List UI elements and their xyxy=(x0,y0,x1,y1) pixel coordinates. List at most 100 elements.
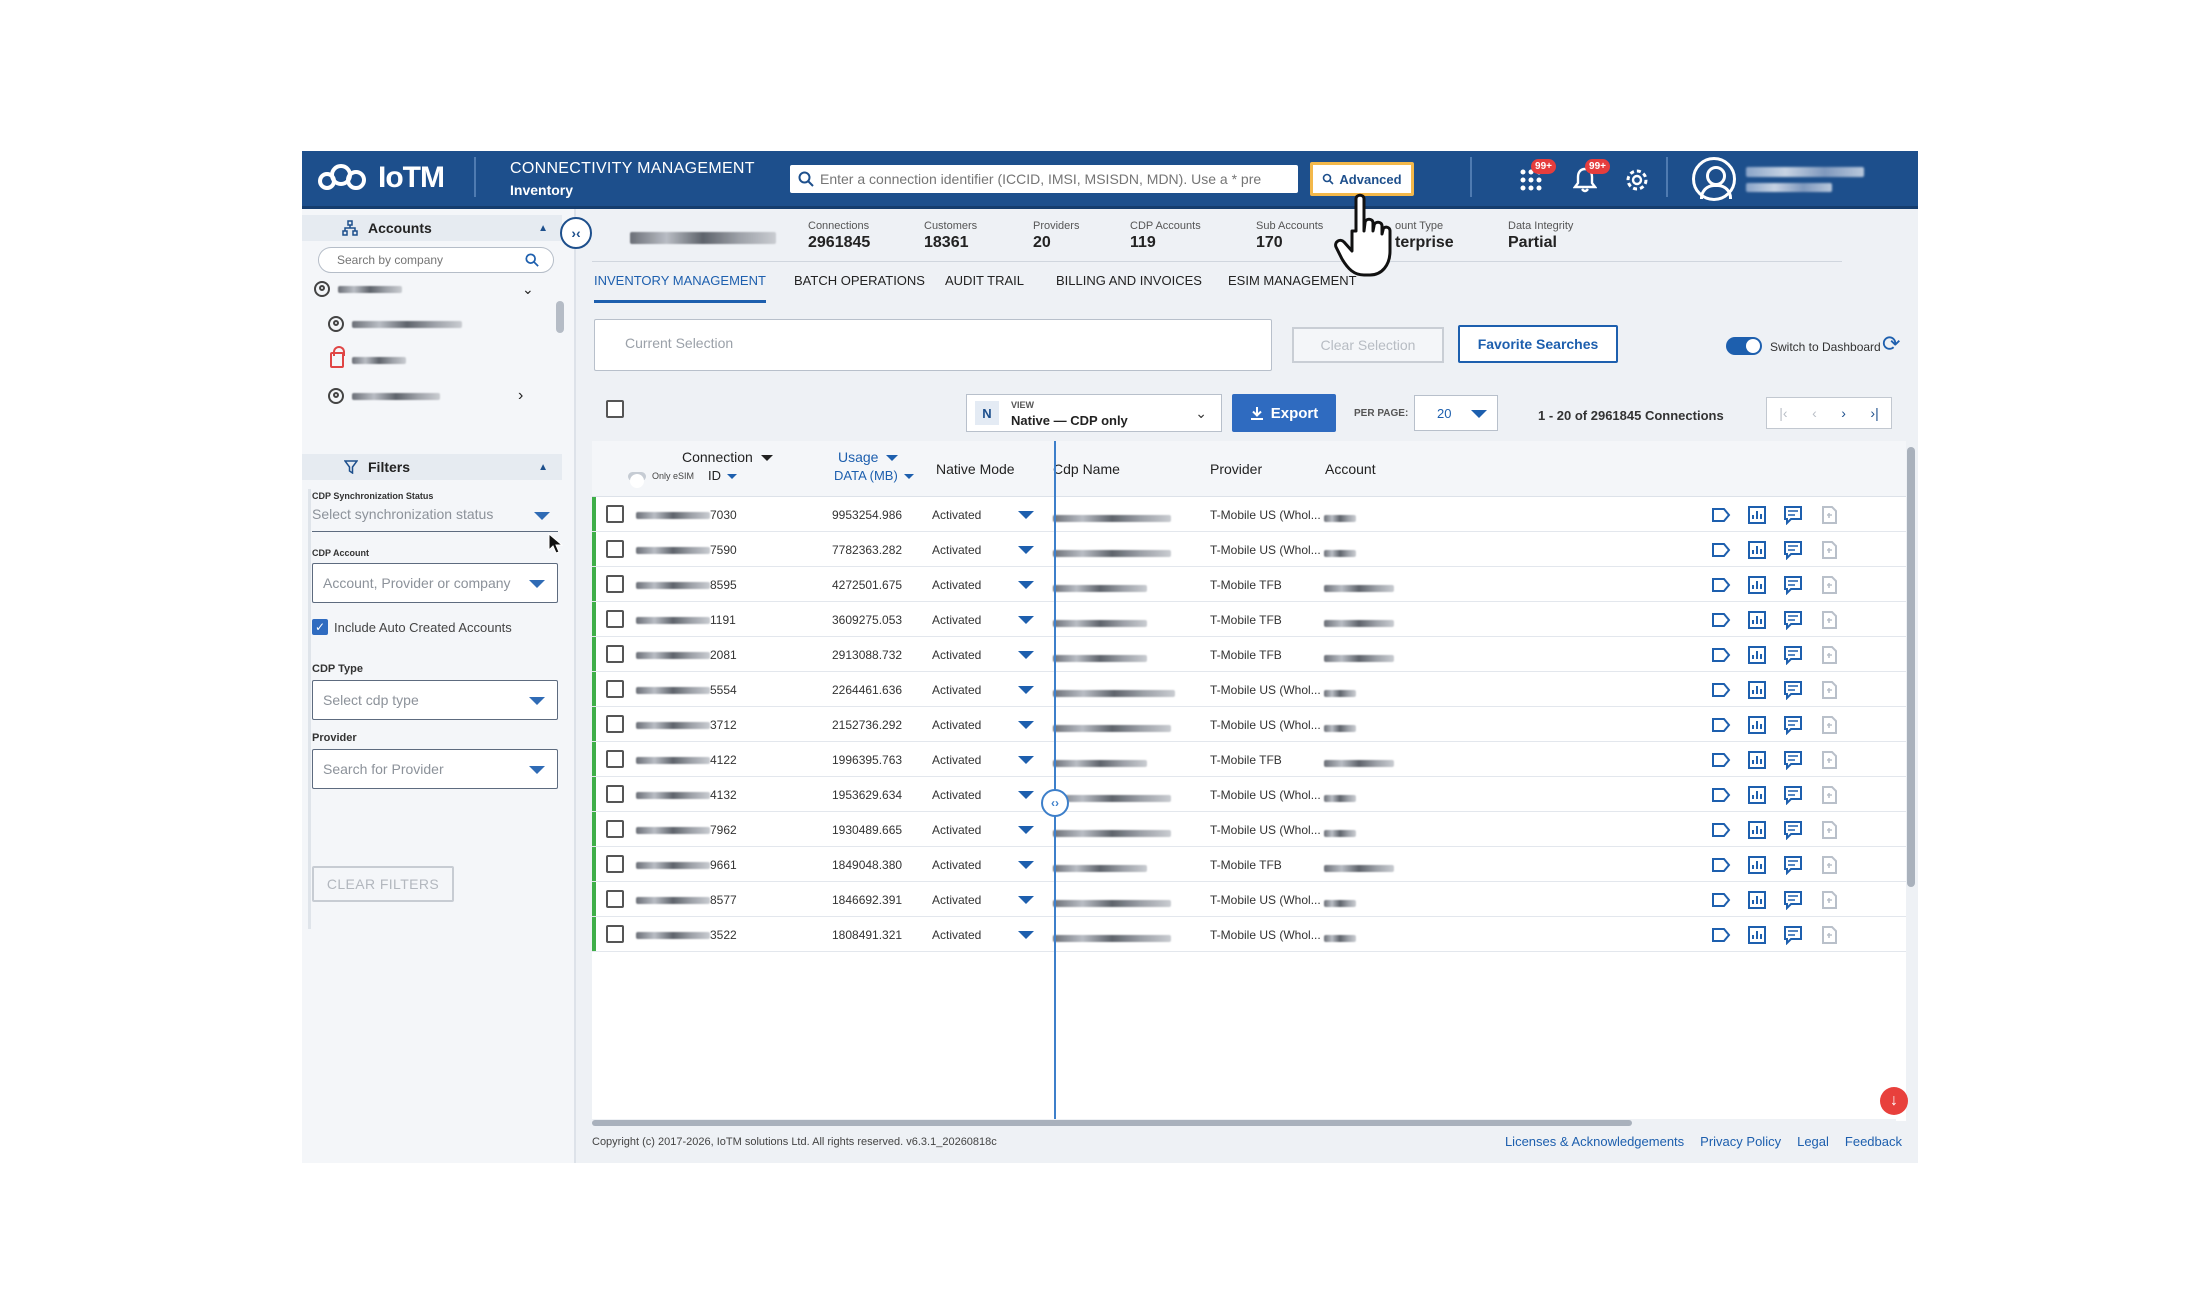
bar-chart-icon[interactable] xyxy=(1746,749,1768,771)
link-legal[interactable]: Legal xyxy=(1797,1134,1829,1149)
row-checkbox[interactable] xyxy=(606,785,624,803)
connection-id-cell[interactable]: 7590 xyxy=(636,543,737,557)
comment-icon[interactable] xyxy=(1782,679,1804,701)
row-checkbox[interactable] xyxy=(606,645,624,663)
connection-id-cell[interactable]: 5554 xyxy=(636,683,737,697)
row-checkbox[interactable] xyxy=(606,680,624,698)
bar-chart-icon[interactable] xyxy=(1746,784,1768,806)
checkbox-checked-icon[interactable]: ✓ xyxy=(312,619,328,635)
filters-section-header[interactable]: Filters ▲ xyxy=(302,454,562,480)
native-mode-dropdown-icon[interactable] xyxy=(1018,686,1034,694)
native-mode-dropdown-icon[interactable] xyxy=(1018,756,1034,764)
cdp-account-select[interactable]: Account, Provider or company xyxy=(312,563,558,603)
sim-icon[interactable] xyxy=(1818,504,1840,526)
comment-icon[interactable] xyxy=(1782,784,1804,806)
tab-billing-and-invoices[interactable]: BILLING AND INVOICES xyxy=(1056,273,1202,300)
row-checkbox[interactable] xyxy=(606,890,624,908)
advanced-search-button[interactable]: Advanced xyxy=(1310,162,1414,196)
row-checkbox[interactable] xyxy=(606,505,624,523)
sim-icon[interactable] xyxy=(1818,679,1840,701)
chevron-down-icon[interactable]: ⌄ xyxy=(522,281,534,298)
column-account[interactable]: Account xyxy=(1325,461,1376,477)
collapse-sidebar-button[interactable]: ›‹ xyxy=(560,217,592,249)
connection-id-cell[interactable]: 7962 xyxy=(636,823,737,837)
bar-chart-icon[interactable] xyxy=(1746,644,1768,666)
sim-icon[interactable] xyxy=(1818,644,1840,666)
table-horizontal-scrollbar[interactable] xyxy=(592,1119,1896,1127)
prev-page-icon[interactable]: ‹ xyxy=(1812,405,1817,421)
bar-chart-icon[interactable] xyxy=(1746,924,1768,946)
row-checkbox[interactable] xyxy=(606,575,624,593)
tag-icon[interactable] xyxy=(1710,609,1732,631)
native-mode-dropdown-icon[interactable] xyxy=(1018,616,1034,624)
tag-icon[interactable] xyxy=(1710,644,1732,666)
table-row[interactable]: 9661 1849048.380 Activated T-Mobile TFB xyxy=(592,847,1906,882)
tag-icon[interactable] xyxy=(1710,854,1732,876)
connection-id-cell[interactable]: 8577 xyxy=(636,893,737,907)
per-page-select[interactable]: 20 xyxy=(1414,395,1498,431)
view-select[interactable]: N VIEW Native — CDP only ⌄ xyxy=(966,394,1222,432)
account-tree-item[interactable]: › xyxy=(328,385,523,407)
native-mode-dropdown-icon[interactable] xyxy=(1018,931,1034,939)
table-row[interactable]: 2081 2913088.732 Activated T-Mobile TFB xyxy=(592,637,1906,672)
bar-chart-icon[interactable] xyxy=(1746,574,1768,596)
tab-inventory-management[interactable]: INVENTORY MANAGEMENT xyxy=(594,273,766,303)
link-licenses[interactable]: Licenses & Acknowledgements xyxy=(1505,1134,1684,1149)
clear-selection-button[interactable]: Clear Selection xyxy=(1292,327,1444,363)
row-checkbox[interactable] xyxy=(606,820,624,838)
connection-id-cell[interactable]: 3712 xyxy=(636,718,737,732)
native-mode-dropdown-icon[interactable] xyxy=(1018,546,1034,554)
refresh-icon[interactable]: ⟳ xyxy=(1882,331,1900,357)
export-button[interactable]: Export xyxy=(1232,394,1336,432)
link-feedback[interactable]: Feedback xyxy=(1845,1134,1902,1149)
comment-icon[interactable] xyxy=(1782,889,1804,911)
connection-id-cell[interactable]: 2081 xyxy=(636,648,737,662)
comment-icon[interactable] xyxy=(1782,714,1804,736)
sim-icon[interactable] xyxy=(1818,784,1840,806)
connection-id-cell[interactable]: 9661 xyxy=(636,858,737,872)
column-usage[interactable]: Usage xyxy=(838,449,899,465)
comment-icon[interactable] xyxy=(1782,609,1804,631)
connection-id-cell[interactable]: 8595 xyxy=(636,578,737,592)
provider-select[interactable]: Search for Provider xyxy=(312,749,558,789)
accounts-section-header[interactable]: Accounts ▲ xyxy=(302,215,562,241)
select-all-checkbox[interactable] xyxy=(606,400,624,418)
connection-id-cell[interactable]: 4132 xyxy=(636,788,737,802)
bar-chart-icon[interactable] xyxy=(1746,504,1768,526)
cdp-type-select[interactable]: Select cdp type xyxy=(312,680,558,720)
column-connection[interactable]: Connection xyxy=(682,449,773,465)
collapse-caret-icon[interactable]: ▲ xyxy=(538,462,548,473)
tag-icon[interactable] xyxy=(1710,924,1732,946)
bar-chart-icon[interactable] xyxy=(1746,539,1768,561)
table-row[interactable]: 7590 7782363.282 Activated T-Mobile US (Who… xyxy=(592,532,1906,567)
include-auto-checkbox-row[interactable]: ✓ Include Auto Created Accounts xyxy=(312,619,512,635)
bar-chart-icon[interactable] xyxy=(1746,679,1768,701)
table-row[interactable]: 4122 1996395.763 Activated T-Mobile TFB xyxy=(592,742,1906,777)
first-page-icon[interactable]: |‹ xyxy=(1779,405,1787,421)
apps-grid-icon[interactable]: 99+ xyxy=(1514,159,1556,197)
row-checkbox[interactable] xyxy=(606,540,624,558)
company-search-input[interactable] xyxy=(337,253,507,267)
table-row[interactable]: 7962 1930489.665 Activated T-Mobile US (Who… xyxy=(592,812,1906,847)
native-mode-dropdown-icon[interactable] xyxy=(1018,651,1034,659)
tree-scrollbar[interactable] xyxy=(556,301,564,333)
comment-icon[interactable] xyxy=(1782,644,1804,666)
brand-logo[interactable]: IoTM xyxy=(316,161,445,195)
sim-icon[interactable] xyxy=(1818,539,1840,561)
table-vertical-scrollbar[interactable] xyxy=(1906,441,1916,1121)
link-privacy-policy[interactable]: Privacy Policy xyxy=(1700,1134,1781,1149)
native-mode-dropdown-icon[interactable] xyxy=(1018,721,1034,729)
connection-search[interactable] xyxy=(790,165,1298,193)
tag-icon[interactable] xyxy=(1710,574,1732,596)
collapse-caret-icon[interactable]: ▲ xyxy=(538,223,548,234)
native-mode-dropdown-icon[interactable] xyxy=(1018,826,1034,834)
company-search[interactable] xyxy=(318,247,554,273)
table-row[interactable]: 7030 9953254.986 Activated T-Mobile US (Who… xyxy=(592,497,1906,532)
gear-icon[interactable] xyxy=(1620,163,1654,197)
column-native-mode[interactable]: Native Mode xyxy=(936,461,1015,477)
comment-icon[interactable] xyxy=(1782,924,1804,946)
bar-chart-icon[interactable] xyxy=(1746,889,1768,911)
chevron-right-icon[interactable]: › xyxy=(518,387,523,405)
favorite-searches-button[interactable]: Favorite Searches xyxy=(1458,325,1618,363)
native-mode-dropdown-icon[interactable] xyxy=(1018,581,1034,589)
